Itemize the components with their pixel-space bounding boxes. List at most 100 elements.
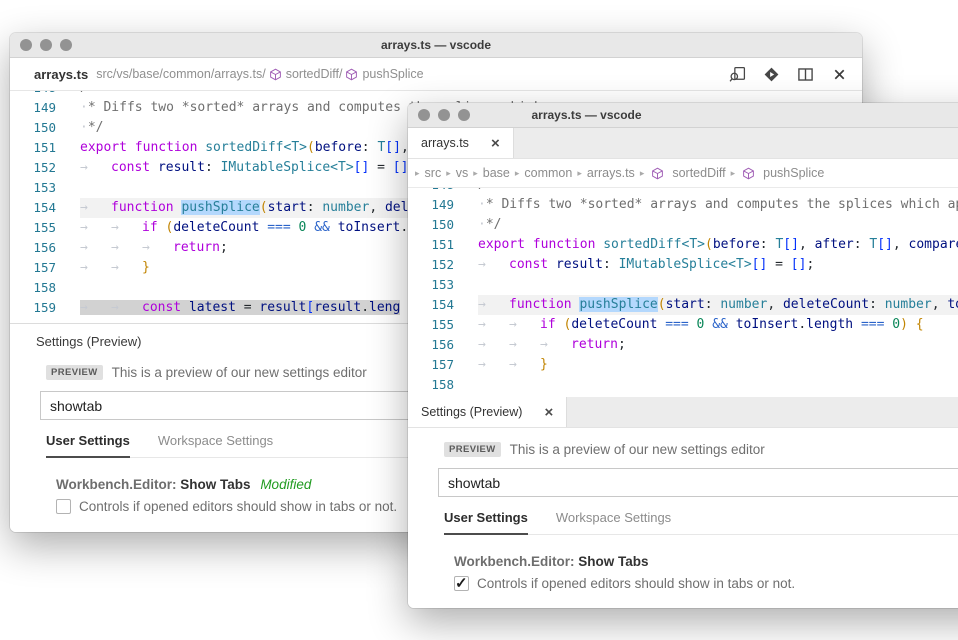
tab-whitespace-arrow: →	[142, 238, 173, 258]
code-editor[interactable]: 148/**149·* Diffs two *sorted* arrays an…	[408, 188, 958, 397]
code-line[interactable]: 148/**	[408, 188, 958, 195]
close-window-icon[interactable]	[418, 109, 430, 121]
tab-user-settings[interactable]: User Settings	[444, 510, 528, 535]
line-number[interactable]: 157	[10, 258, 80, 278]
file-path: src/vs/base/common/arrays.ts/sortedDiff/…	[96, 67, 423, 81]
code-line[interactable]: 156→→→return;	[408, 335, 958, 355]
line-number[interactable]: 156	[10, 238, 80, 258]
titlebar: arrays.ts — vscode	[408, 103, 958, 128]
breadcrumb-item[interactable]: common	[524, 166, 572, 180]
settings-preview-panel: PREVIEW This is a preview of our new set…	[408, 428, 958, 608]
editor-actions	[729, 66, 848, 83]
line-number[interactable]: 151	[10, 138, 80, 158]
line-number[interactable]: 150	[10, 118, 80, 138]
line-number[interactable]: 155	[10, 218, 80, 238]
tab-whitespace-arrow: →	[540, 335, 571, 355]
code-line[interactable]: 157→→}	[408, 355, 958, 375]
tab-label: arrays.ts	[421, 136, 469, 150]
close-editor-icon[interactable]	[831, 66, 848, 83]
setting-checkbox[interactable]	[56, 499, 71, 514]
line-number[interactable]: 149	[10, 98, 80, 118]
tab-whitespace-arrow: →	[509, 335, 540, 355]
settings-search-input[interactable]: showtab	[438, 468, 958, 497]
code-line[interactable]: 150·*/	[408, 215, 958, 235]
setting-modified-badge: Modified	[260, 477, 311, 492]
file-path-segment: src/vs/base/common/arrays.ts/	[96, 67, 266, 81]
tab-arrays-ts[interactable]: arrays.ts ×	[408, 128, 514, 158]
preview-badge: PREVIEW	[444, 442, 501, 457]
tab-whitespace-arrow: →	[80, 238, 111, 258]
code-line[interactable]: 151export function sortedDiff<T>(before:…	[408, 235, 958, 255]
window-title: arrays.ts — vscode	[531, 108, 641, 122]
code-line[interactable]: 158	[408, 375, 958, 395]
line-number[interactable]: 152	[10, 158, 80, 178]
breadcrumb-item[interactable]: src	[425, 166, 442, 180]
tab-user-settings[interactable]: User Settings	[46, 433, 130, 458]
close-tab-icon[interactable]: ×	[491, 136, 500, 151]
setting-checkbox[interactable]	[454, 576, 469, 591]
minimize-window-icon[interactable]	[40, 39, 52, 51]
breadcrumb-item[interactable]: base	[483, 166, 510, 180]
line-number[interactable]: 154	[408, 295, 478, 315]
line-number[interactable]: 153	[408, 275, 478, 295]
preview-note: This is a preview of our new settings ed…	[510, 442, 765, 457]
line-number[interactable]: 158	[10, 278, 80, 298]
tab-workspace-settings[interactable]: Workspace Settings	[556, 510, 671, 534]
close-tab-icon[interactable]: ×	[544, 405, 553, 420]
minimize-window-icon[interactable]	[438, 109, 450, 121]
line-number[interactable]: 156	[408, 335, 478, 355]
chevron-right-icon: ▸	[515, 168, 520, 179]
breadcrumb-item[interactable]: sortedDiff	[672, 166, 725, 180]
traffic-lights[interactable]	[20, 39, 72, 51]
code-line[interactable]: 153	[408, 275, 958, 295]
line-number[interactable]: 158	[408, 375, 478, 395]
tab-label: Settings (Preview)	[421, 405, 522, 419]
line-number[interactable]: 152	[408, 255, 478, 275]
tab-whitespace-arrow: →	[111, 298, 142, 318]
setting-item-show-tabs: Workbench.Editor: Show Tabs Controls if …	[454, 554, 958, 591]
tab-workspace-settings[interactable]: Workspace Settings	[158, 433, 273, 457]
open-preview-icon[interactable]	[729, 66, 746, 83]
setting-key: Workbench.Editor:	[56, 477, 177, 492]
line-number[interactable]: 159	[10, 298, 80, 318]
tab-whitespace-arrow: →	[111, 258, 142, 278]
breadcrumb-item[interactable]: vs	[456, 166, 469, 180]
chevron-right-icon: ▸	[640, 168, 645, 179]
code-line[interactable]: 155→→if (deleteCount === 0 && toInsert.l…	[408, 315, 958, 335]
line-number[interactable]: 149	[408, 195, 478, 215]
close-window-icon[interactable]	[20, 39, 32, 51]
line-number[interactable]: 151	[408, 235, 478, 255]
maximize-window-icon[interactable]	[60, 39, 72, 51]
setting-title: Workbench.Editor: Show Tabs	[454, 554, 958, 569]
file-name-label: arrays.ts	[34, 67, 88, 82]
traffic-lights[interactable]	[418, 109, 470, 121]
line-number[interactable]: 153	[10, 178, 80, 198]
code-line[interactable]: 148/**	[10, 91, 862, 98]
line-number[interactable]: 148	[408, 188, 478, 195]
code-line[interactable]: 152→const result: IMutableSplice<T>[] = …	[408, 255, 958, 275]
line-number[interactable]: 150	[408, 215, 478, 235]
split-editor-icon[interactable]	[797, 66, 814, 83]
setting-key: Workbench.Editor:	[454, 554, 575, 569]
maximize-window-icon[interactable]	[458, 109, 470, 121]
code-line[interactable]: 149·* Diffs two *sorted* arrays and comp…	[408, 195, 958, 215]
tab-whitespace-arrow: →	[478, 295, 509, 315]
code-line[interactable]: 154→function pushSplice(start: number, d…	[408, 295, 958, 315]
breadcrumb-item[interactable]: pushSplice	[763, 166, 824, 180]
chevron-right-icon: ▸	[415, 168, 420, 179]
symbol-icon	[269, 68, 282, 81]
symbol-icon	[345, 68, 358, 81]
settings-search-value: showtab	[50, 398, 102, 414]
breadcrumb: ▸src▸vs▸base▸common▸arrays.ts▸sortedDiff…	[408, 159, 958, 188]
breadcrumb-item[interactable]: arrays.ts	[587, 166, 635, 180]
tab-whitespace-arrow: →	[478, 335, 509, 355]
tab-settings-preview[interactable]: Settings (Preview) ×	[408, 397, 567, 427]
tab-whitespace-arrow: →	[509, 315, 540, 335]
tab-whitespace-arrow: →	[478, 355, 509, 375]
open-changes-icon[interactable]	[763, 66, 780, 83]
line-number[interactable]: 148	[10, 91, 80, 98]
line-number[interactable]: 154	[10, 198, 80, 218]
line-number[interactable]: 155	[408, 315, 478, 335]
line-number[interactable]: 157	[408, 355, 478, 375]
file-path-segment: pushSplice	[362, 67, 423, 81]
